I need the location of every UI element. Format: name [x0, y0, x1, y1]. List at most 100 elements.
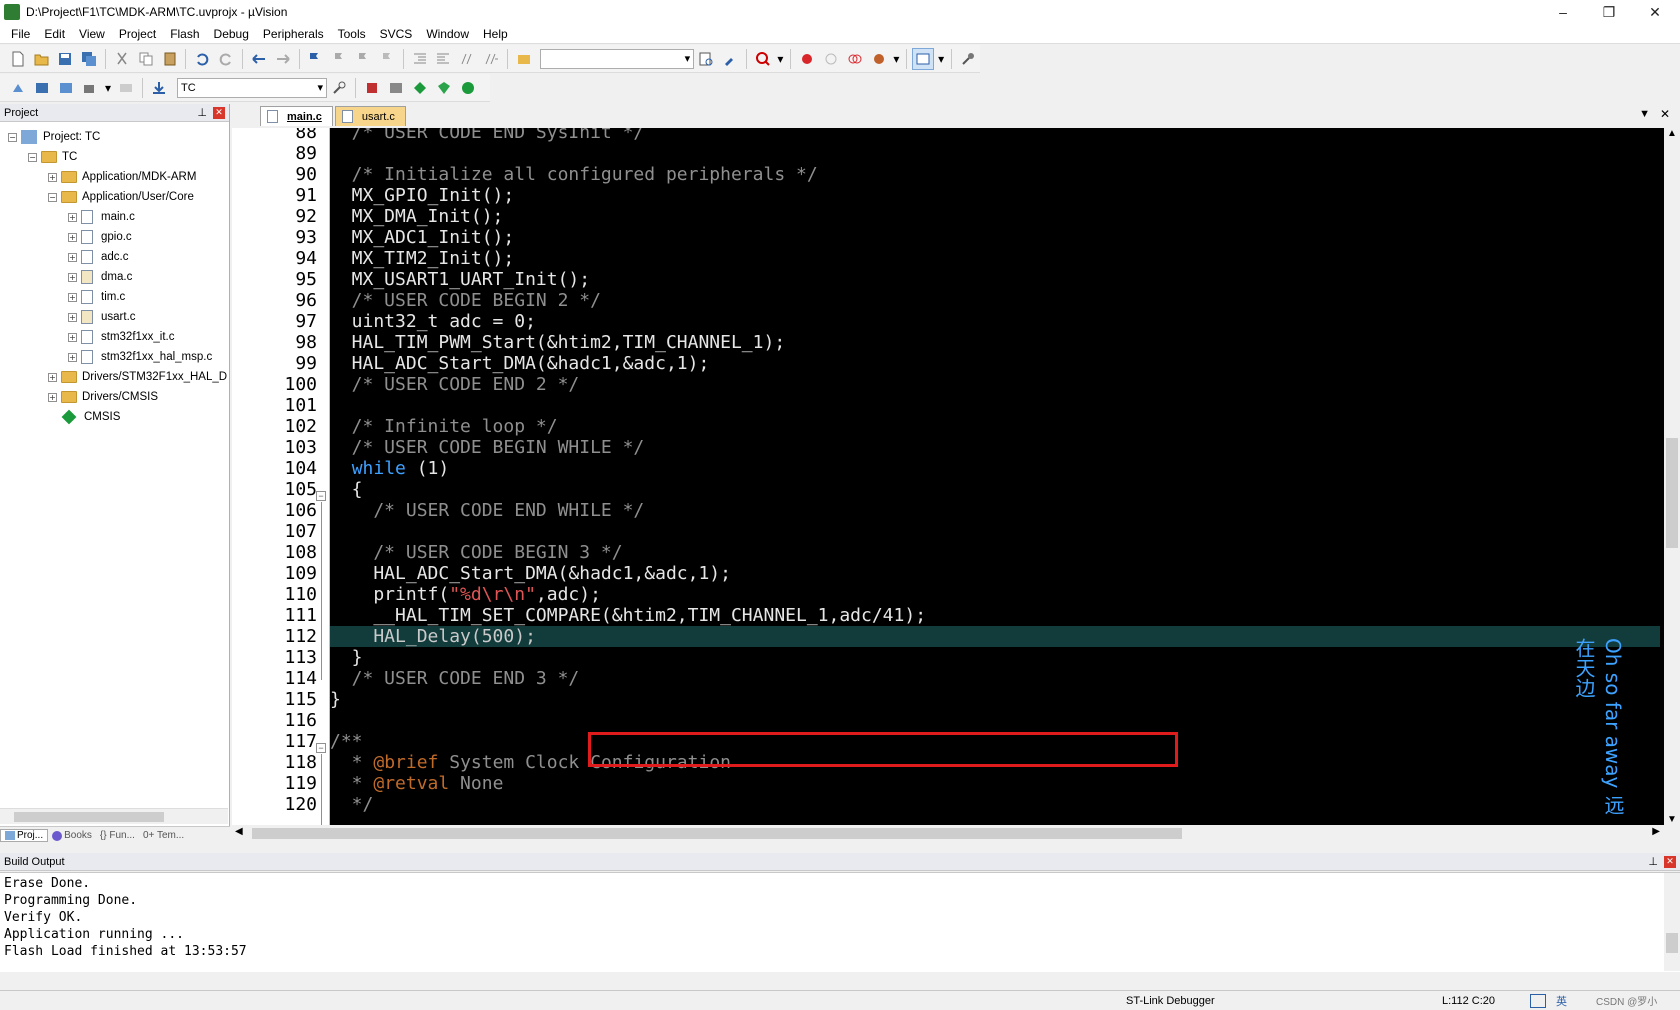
editor-horizontal-scrollbar[interactable]: ◀ ▶: [232, 825, 1680, 842]
tree-node-folder[interactable]: + Drivers/CMSIS: [48, 387, 158, 407]
menu-view[interactable]: View: [72, 27, 112, 41]
tree-node-folder[interactable]: + Drivers/STM32F1xx_HAL_D: [48, 367, 227, 387]
target-select[interactable]: TC ▾: [177, 77, 327, 98]
output-vertical-scrollbar[interactable]: [1664, 873, 1680, 971]
tree-node-file[interactable]: + usart.c: [68, 307, 136, 327]
menu-svcs[interactable]: SVCS: [373, 27, 420, 41]
tree-node-file[interactable]: + stm32f1xx_hal_msp.c: [68, 347, 212, 367]
copy-icon[interactable]: [135, 48, 157, 70]
tab-project[interactable]: Proj...: [0, 829, 49, 842]
undo-icon[interactable]: [191, 48, 213, 70]
tree-node-component[interactable]: CMSIS: [61, 407, 120, 427]
scrollbar-thumb[interactable]: [1666, 438, 1678, 548]
tab-list-dropdown-icon[interactable]: ▼: [1639, 108, 1650, 120]
disable-breakpoint-icon[interactable]: [820, 48, 842, 70]
expand-icon[interactable]: +: [68, 272, 77, 282]
tree-node-project[interactable]: − Project: TC: [8, 127, 100, 147]
tree-node-target[interactable]: − TC: [28, 147, 77, 167]
scrollbar-thumb[interactable]: [1666, 933, 1678, 953]
menu-window[interactable]: Window: [419, 27, 476, 41]
menu-flash[interactable]: Flash: [163, 27, 206, 41]
close-icon[interactable]: ✕: [213, 106, 225, 119]
bookmark-icon[interactable]: [305, 48, 327, 70]
scroll-right-icon[interactable]: ▶: [1652, 826, 1660, 837]
next-bookmark-icon[interactable]: [352, 48, 374, 70]
tree-node-folder[interactable]: + Application/MDK-ARM: [48, 167, 196, 187]
close-icon[interactable]: ✕: [1664, 855, 1676, 868]
fold-collapse-icon[interactable]: −: [316, 743, 326, 753]
configuration-wrench-icon[interactable]: [957, 48, 979, 70]
tree-node-file[interactable]: + adc.c: [68, 247, 129, 267]
scroll-left-icon[interactable]: ◀: [235, 826, 243, 837]
minimize-button[interactable]: –: [1540, 0, 1586, 24]
chevron-down-icon[interactable]: ▾: [936, 48, 946, 70]
expand-icon[interactable]: +: [68, 352, 77, 362]
tab-templates[interactable]: 0+ Tem...: [139, 830, 188, 841]
tree-node-file[interactable]: + tim.c: [68, 287, 125, 307]
menu-debug[interactable]: Debug: [207, 27, 256, 41]
chevron-down-icon[interactable]: ▾: [103, 77, 113, 99]
paste-icon[interactable]: [159, 48, 181, 70]
expand-icon[interactable]: +: [68, 252, 77, 262]
kill-breakpoints-icon[interactable]: [868, 48, 890, 70]
expand-icon[interactable]: +: [68, 212, 77, 222]
indent-icon[interactable]: [409, 48, 431, 70]
collapse-icon[interactable]: −: [8, 132, 17, 142]
expand-icon[interactable]: +: [48, 392, 57, 402]
tree-horizontal-scrollbar[interactable]: [0, 808, 228, 824]
expand-icon[interactable]: +: [48, 372, 57, 382]
find-in-files-icon[interactable]: [513, 48, 535, 70]
collapse-icon[interactable]: −: [48, 192, 57, 202]
expand-icon[interactable]: +: [48, 172, 57, 182]
chevron-down-icon[interactable]: ▾: [891, 48, 901, 70]
scrollbar-thumb[interactable]: [14, 812, 164, 822]
rebuild-icon[interactable]: [55, 77, 77, 99]
tree-node-folder[interactable]: − Application/User/Core: [48, 187, 194, 207]
tree-node-file[interactable]: + dma.c: [68, 267, 132, 287]
target-options-icon[interactable]: [328, 77, 350, 99]
file-extensions-icon[interactable]: [385, 77, 407, 99]
comment-icon[interactable]: [456, 48, 478, 70]
tab-functions[interactable]: {} Fun...: [96, 830, 139, 841]
expand-icon[interactable]: +: [68, 292, 77, 302]
scrollbar-thumb[interactable]: [252, 828, 1182, 839]
menu-project[interactable]: Project: [112, 27, 163, 41]
batch-build-icon[interactable]: [79, 77, 101, 99]
tree-node-file[interactable]: + main.c: [68, 207, 135, 227]
ime-mode-icon[interactable]: [1530, 993, 1546, 1008]
tree-node-file[interactable]: + gpio.c: [68, 227, 132, 247]
close-tab-icon[interactable]: ✕: [1660, 107, 1670, 121]
save-icon[interactable]: [55, 48, 77, 70]
pin-icon[interactable]: ⊥: [1648, 855, 1658, 868]
scroll-down-icon[interactable]: ▼: [1664, 814, 1680, 825]
save-all-icon[interactable]: [78, 48, 100, 70]
unindent-icon[interactable]: [432, 48, 454, 70]
pin-icon[interactable]: ⊥: [197, 106, 207, 119]
run-time-environment-icon[interactable]: [409, 77, 431, 99]
code-editor[interactable]: 88 89 90 91 92 93 94 95 96 97 98 99 100 …: [232, 128, 1680, 825]
expand-icon[interactable]: +: [68, 312, 77, 322]
expand-icon[interactable]: +: [68, 232, 77, 242]
tab-books[interactable]: Books: [48, 830, 96, 841]
uncomment-icon[interactable]: [480, 48, 502, 70]
redo-icon[interactable]: [215, 48, 237, 70]
open-folder-icon[interactable]: [31, 48, 53, 70]
editor-tab-usart[interactable]: usart.c: [334, 106, 406, 126]
build-output-console[interactable]: Erase Done. Programming Done. Verify OK.…: [0, 872, 1680, 972]
find-combo[interactable]: ▾: [539, 48, 695, 69]
menu-file[interactable]: File: [4, 27, 37, 41]
expand-icon[interactable]: +: [68, 332, 77, 342]
clear-bookmarks-icon[interactable]: [376, 48, 398, 70]
chevron-down-icon[interactable]: ▾: [775, 48, 785, 70]
close-button[interactable]: ✕: [1632, 0, 1678, 24]
prev-bookmark-icon[interactable]: [328, 48, 350, 70]
translate-icon[interactable]: [7, 77, 29, 99]
menu-help[interactable]: Help: [476, 27, 515, 41]
editor-tab-main[interactable]: main.c: [260, 106, 333, 126]
insert-breakpoint-icon[interactable]: [796, 48, 818, 70]
navigate-forward-icon[interactable]: [272, 48, 294, 70]
select-packs-icon[interactable]: [433, 77, 455, 99]
editor-vertical-scrollbar[interactable]: ▲ ▼: [1664, 128, 1680, 825]
new-file-icon[interactable]: [7, 48, 29, 70]
incremental-find-icon[interactable]: [695, 48, 717, 70]
